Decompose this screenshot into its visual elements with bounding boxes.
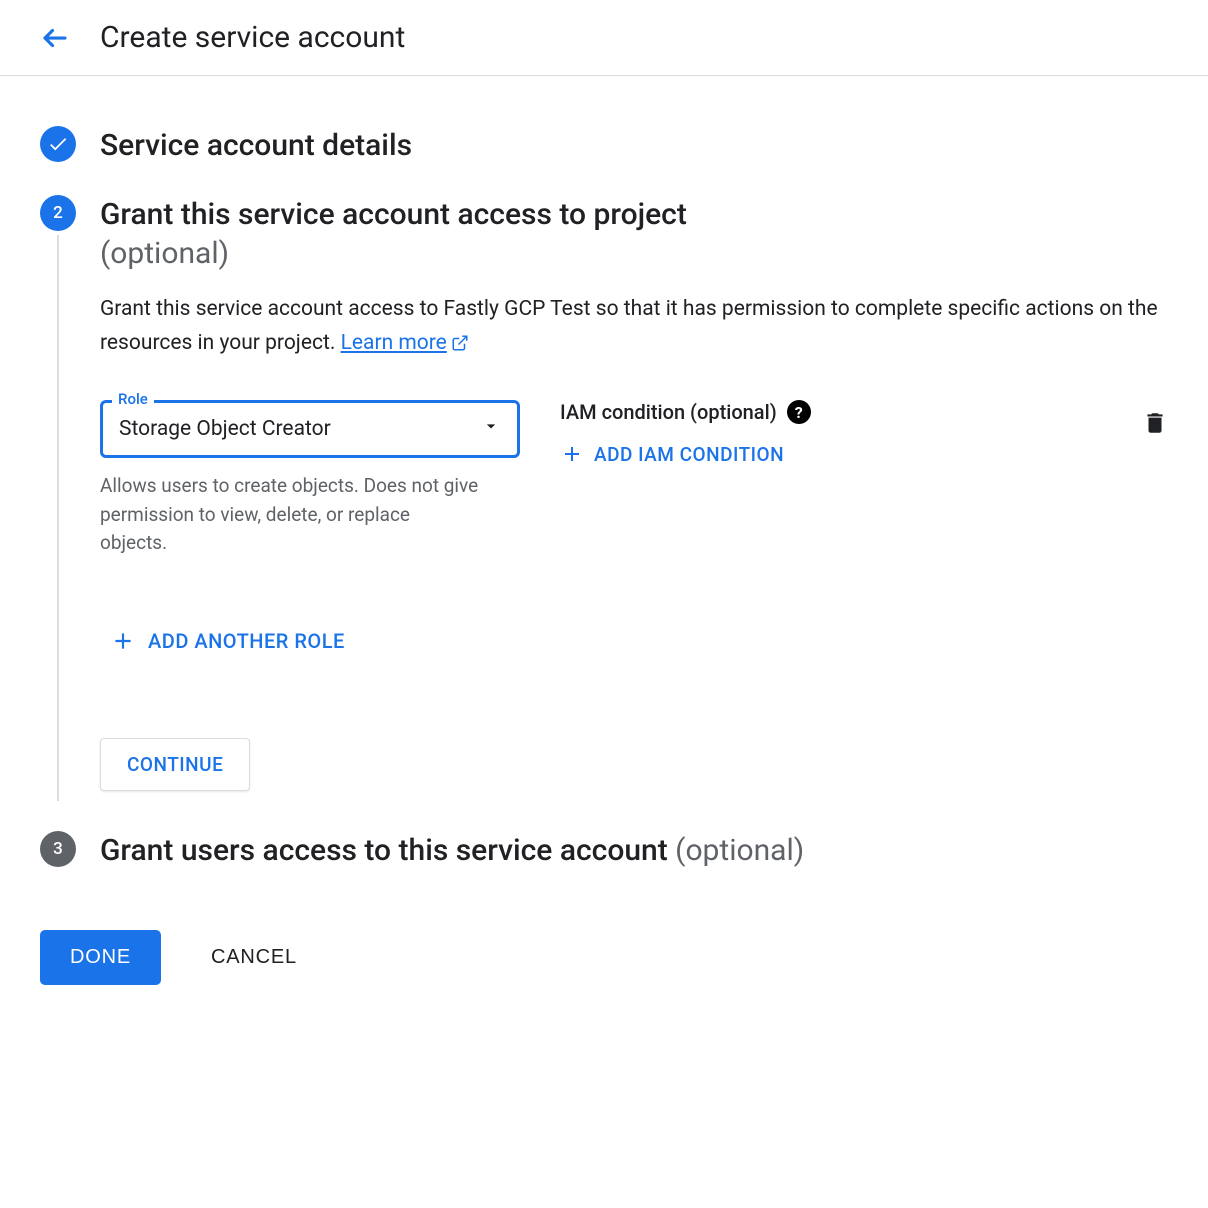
continue-label: CONTINUE — [127, 753, 223, 776]
step-1: Service account details — [40, 126, 1168, 175]
step-3-optional: (optional) — [675, 833, 804, 868]
help-icon[interactable]: ? — [787, 400, 811, 424]
step-2-title-text: Grant this service account access to pro… — [100, 197, 687, 232]
add-iam-condition-label: ADD IAM CONDITION — [594, 443, 784, 466]
iam-condition-column: IAM condition (optional) ? ADD IAM CONDI… — [560, 400, 1102, 470]
step-3-title[interactable]: Grant users access to this service accou… — [100, 831, 1168, 870]
continue-button[interactable]: CONTINUE — [100, 738, 250, 791]
learn-more-text: Learn more — [341, 327, 447, 361]
page-header: Create service account — [0, 0, 1208, 76]
role-value: Storage Object Creator — [119, 417, 331, 441]
step-3: 3 Grant users access to this service acc… — [40, 831, 1168, 880]
step-2-optional: (optional) — [100, 236, 229, 271]
role-help-text: Allows users to create objects. Does not… — [100, 472, 480, 558]
cancel-button[interactable]: CANCEL — [211, 946, 297, 969]
cancel-label: CANCEL — [211, 946, 297, 968]
add-another-role-label: ADD ANOTHER ROLE — [148, 629, 345, 653]
step-1-title[interactable]: Service account details — [100, 126, 1168, 165]
footer-actions: DONE CANCEL — [40, 930, 1168, 985]
step-2-number: 2 — [40, 195, 76, 231]
iam-condition-label: IAM condition (optional) — [560, 400, 777, 424]
role-field: Role Storage Object Creator Allows users… — [100, 400, 520, 558]
page-title: Create service account — [100, 20, 405, 55]
delete-role-icon[interactable] — [1142, 410, 1168, 440]
add-another-role-button[interactable]: ADD ANOTHER ROLE — [110, 628, 345, 654]
step-3-title-text: Grant users access to this service accou… — [100, 833, 675, 868]
add-iam-condition-button[interactable]: ADD IAM CONDITION — [560, 442, 784, 466]
step-2-title: Grant this service account access to pro… — [100, 195, 1168, 273]
dropdown-icon — [481, 416, 501, 442]
done-button[interactable]: DONE — [40, 930, 161, 985]
step-3-number: 3 — [40, 831, 76, 867]
role-select[interactable]: Storage Object Creator — [100, 400, 520, 458]
step-2-description: Grant this service account access to Fas… — [100, 293, 1168, 360]
step-2-desc-text: Grant this service account access to Fas… — [100, 297, 1158, 355]
done-label: DONE — [70, 946, 131, 968]
step-1-check-icon — [40, 126, 76, 162]
back-arrow-icon[interactable] — [40, 23, 70, 53]
step-2: 2 Grant this service account access to p… — [40, 195, 1168, 801]
learn-more-link[interactable]: Learn more — [341, 327, 469, 361]
role-label: Role — [112, 390, 154, 408]
